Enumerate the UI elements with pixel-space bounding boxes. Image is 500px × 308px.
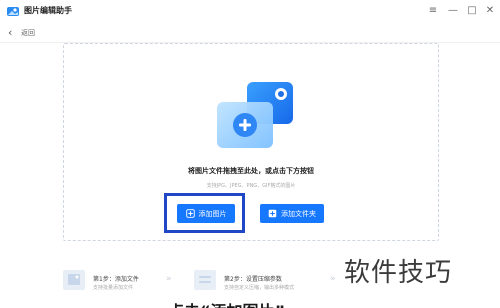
title-bar: 图片编辑助手 ≡ — □ ✕ bbox=[0, 0, 500, 22]
maximize-icon[interactable]: □ bbox=[466, 5, 478, 17]
step-1-title: 第1步：添加文件 bbox=[93, 276, 139, 283]
chevron-right-icon: » bbox=[330, 274, 336, 284]
back-label: 返回 bbox=[21, 29, 35, 37]
add-file-icon bbox=[63, 270, 85, 290]
watermark-text: 软件技巧 bbox=[344, 258, 453, 288]
step-2-title: 第2步：设置压缩参数 bbox=[224, 276, 282, 283]
menu-icon[interactable]: ≡ bbox=[427, 5, 439, 17]
back-button[interactable]: ‹ 返回 bbox=[8, 27, 35, 39]
add-image-button[interactable]: 添加图片 bbox=[177, 204, 235, 223]
add-image-label: 添加图片 bbox=[198, 209, 227, 218]
image-upload-illustration-icon bbox=[217, 82, 293, 148]
settings-icon bbox=[194, 270, 216, 290]
step-1-desc: 支持批量添加文件 bbox=[93, 285, 134, 291]
step-2-desc: 支持自定义压缩，输出多种模式 bbox=[224, 285, 295, 291]
chevron-right-icon: » bbox=[166, 274, 172, 284]
add-image-icon bbox=[185, 209, 195, 218]
app-title: 图片编辑助手 bbox=[24, 6, 72, 15]
chevron-left-icon: ‹ bbox=[8, 26, 13, 39]
caption-overlay: 点击“添加图片” bbox=[168, 298, 285, 308]
drop-hint-formats: 支持JPG、JPEG、PNG、GIF格式的图片 bbox=[206, 183, 296, 189]
add-folder-icon bbox=[268, 209, 277, 218]
drop-hint-title: 将图片文件拖拽至此处，或点击下方按钮 bbox=[188, 167, 314, 175]
add-folder-button[interactable]: 添加文件夹 bbox=[260, 204, 324, 223]
minimize-icon[interactable]: — bbox=[447, 5, 459, 17]
app-logo-icon bbox=[7, 7, 19, 16]
close-icon[interactable]: ✕ bbox=[484, 5, 496, 17]
add-folder-label: 添加文件夹 bbox=[281, 209, 316, 218]
